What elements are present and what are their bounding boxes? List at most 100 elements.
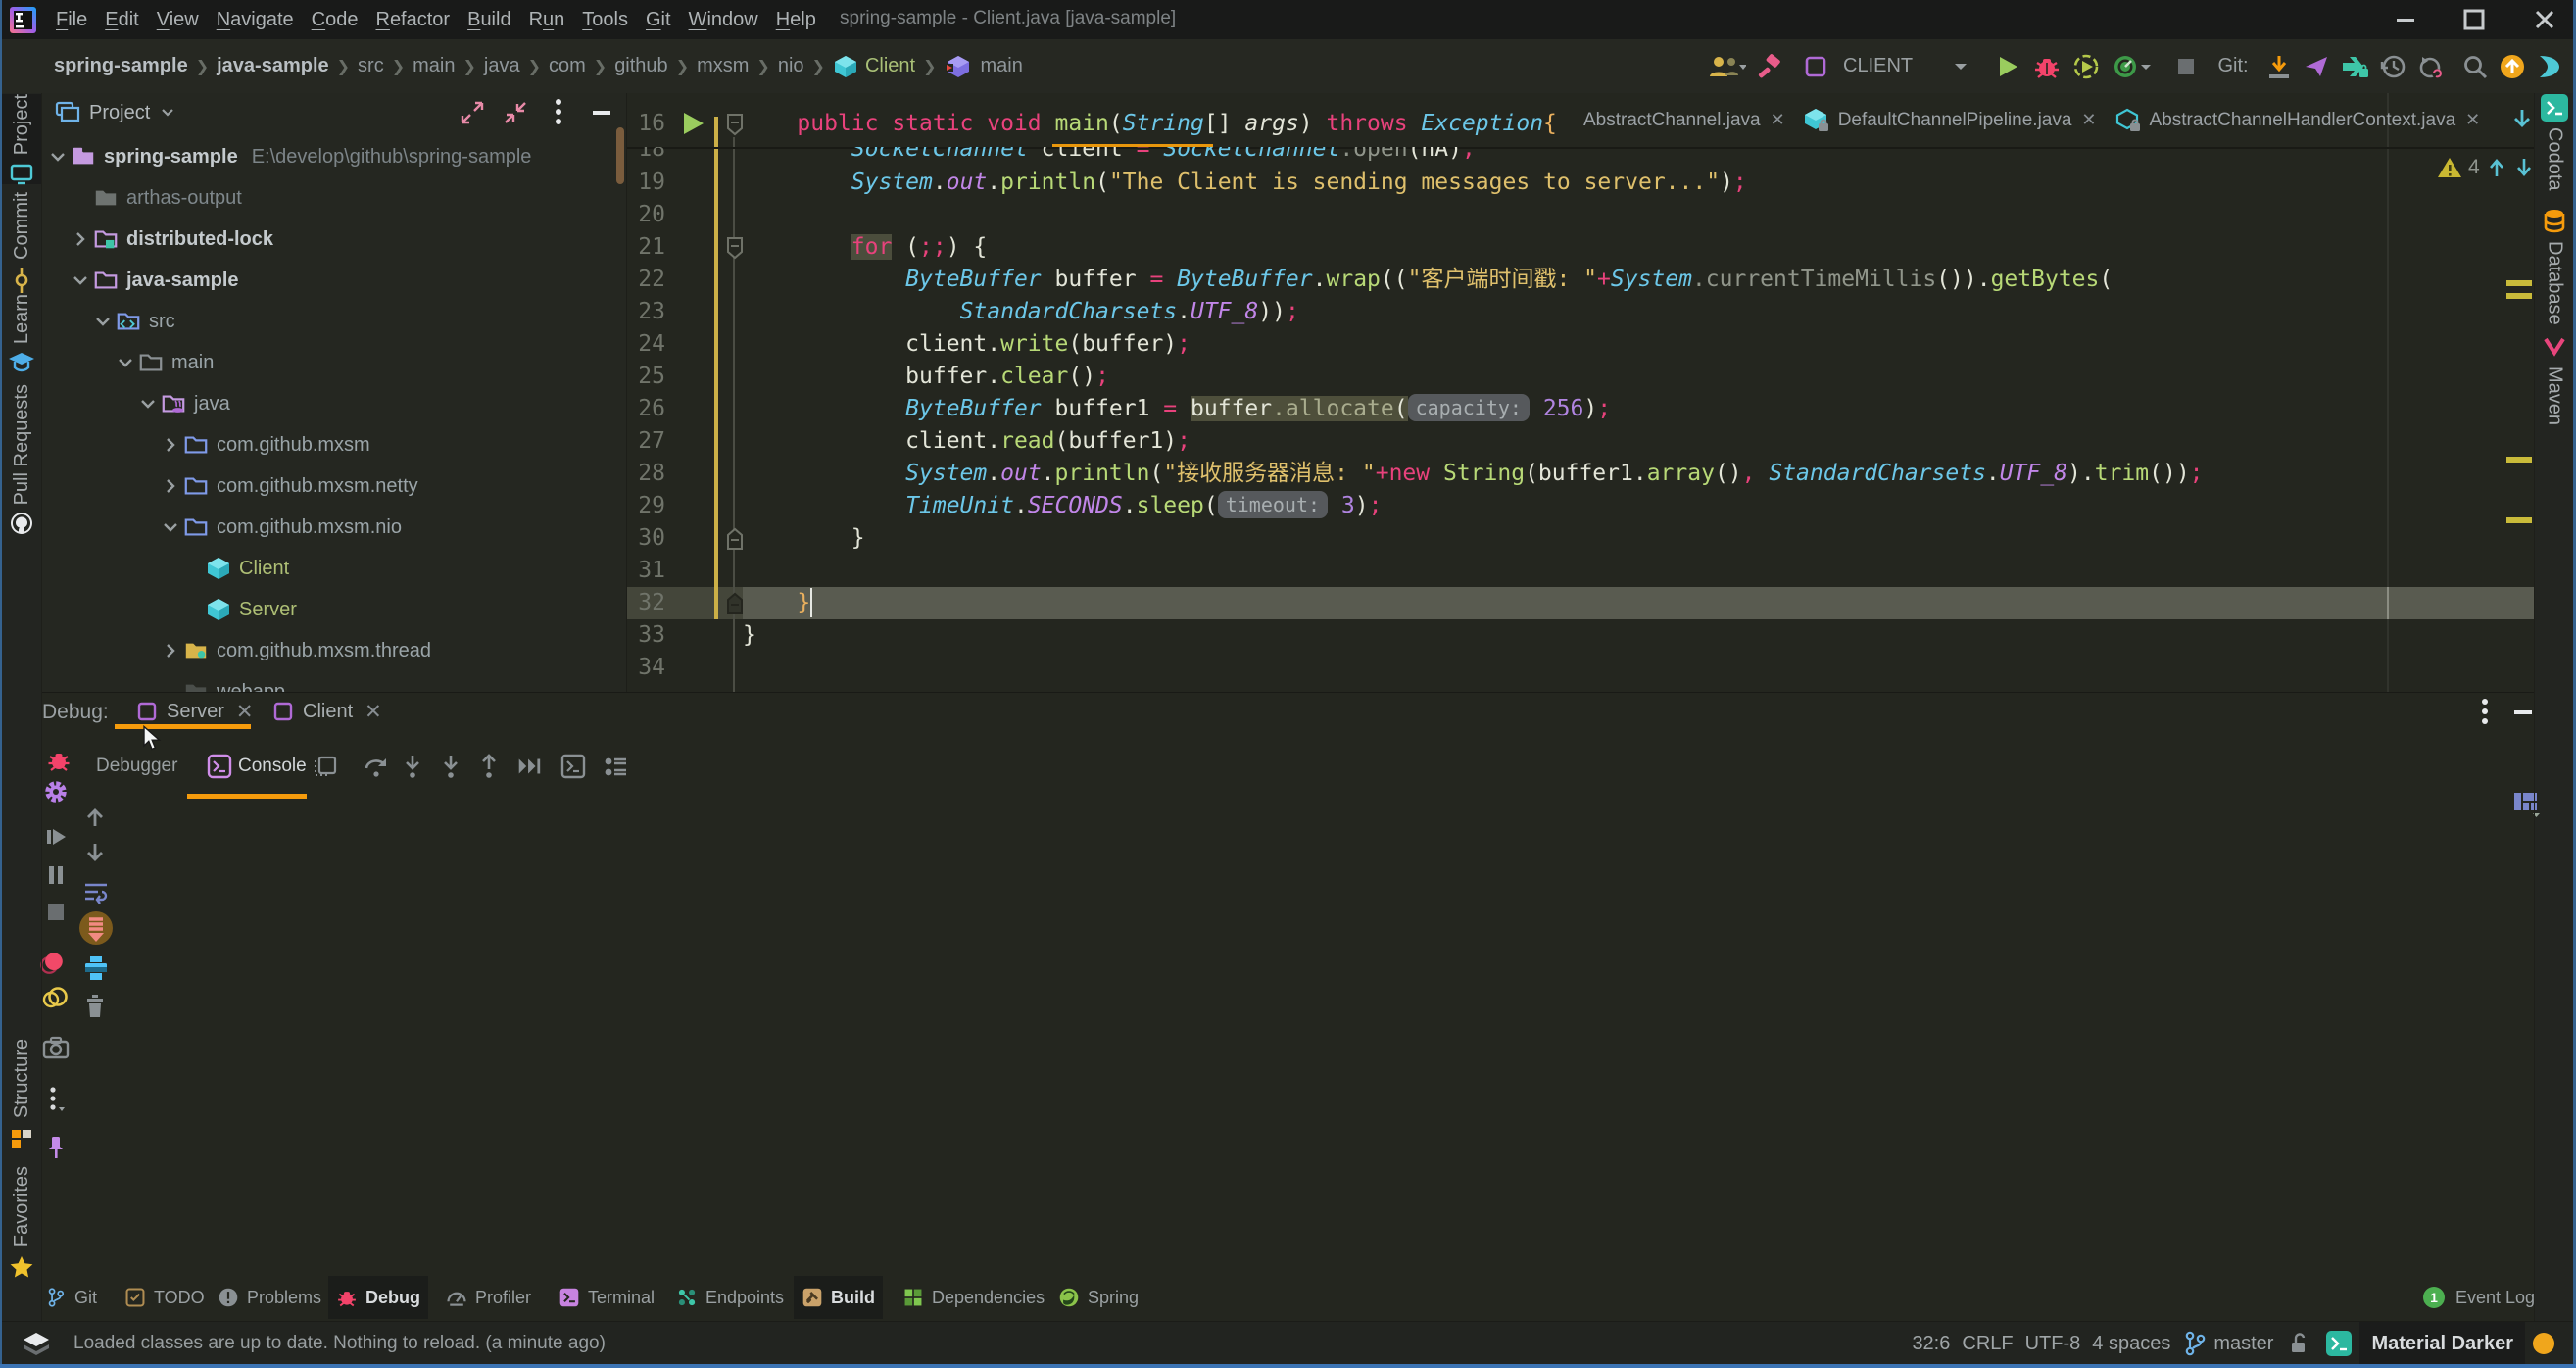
history-icon[interactable] <box>2374 45 2411 88</box>
force-step-into-icon[interactable] <box>437 753 464 780</box>
show-as-list-icon[interactable] <box>602 753 629 780</box>
more-ellipsis-icon[interactable] <box>42 1084 70 1113</box>
project-title[interactable]: Project <box>54 93 177 132</box>
view-tab-debugger[interactable]: Debugger <box>96 732 177 801</box>
coverage-icon[interactable] <box>2066 45 2106 88</box>
stripe-button-learn[interactable]: Learn <box>2 294 41 363</box>
menu-build[interactable]: Build <box>459 0 519 39</box>
options-ellipsis-icon[interactable] <box>544 98 573 127</box>
rollback-icon[interactable] <box>2411 45 2449 88</box>
stripe-button-maven[interactable]: Maven <box>2535 335 2574 427</box>
close-button[interactable] <box>2514 0 2575 39</box>
tree-row-com-github-mxsm-thread[interactable]: com.github.mxsm.thread <box>42 630 626 671</box>
chevron-right-icon[interactable] <box>160 434 181 456</box>
toolwindow-button-endpoints[interactable]: Endpoints <box>670 1276 790 1319</box>
print-icon[interactable] <box>82 954 110 982</box>
stripe-button-codota[interactable]: Codota <box>2535 94 2574 196</box>
stop-icon[interactable] <box>42 901 70 924</box>
menu-code[interactable]: Code <box>303 0 367 39</box>
breakpoints-circle-icon[interactable] <box>42 985 70 1010</box>
build-hammer-icon[interactable] <box>1749 45 1788 88</box>
indent-widget[interactable]: 4 spaces <box>2086 1333 2176 1355</box>
record-icon[interactable] <box>39 950 67 977</box>
expand-all-icon[interactable] <box>458 98 487 127</box>
tree-row-spring-sample[interactable]: spring-sampleE:\develop\github\spring-sa… <box>42 136 626 177</box>
toolwindow-button-spring[interactable]: Spring <box>1052 1276 1144 1319</box>
toolwindow-button-profiler[interactable]: Profiler <box>440 1276 537 1319</box>
breadcrumb-mxsm[interactable]: mxsm <box>697 55 749 77</box>
tree-row-main[interactable]: main <box>42 342 626 383</box>
evaluate-expression-icon[interactable] <box>559 753 587 780</box>
notifications-icon[interactable] <box>2525 1331 2562 1356</box>
menu-navigate[interactable]: Navigate <box>208 0 303 39</box>
chevron-down-icon[interactable] <box>47 146 69 168</box>
stripe-button-project[interactable]: Project <box>2 94 41 184</box>
theme-widget[interactable]: Material Darker <box>2359 1322 2525 1365</box>
toolwindow-button-todo[interactable]: TODO <box>119 1276 211 1319</box>
chevron-right-icon[interactable] <box>160 640 181 661</box>
intellij-logo-icon[interactable] <box>10 7 36 33</box>
step-over-icon[interactable] <box>363 753 390 780</box>
project-scrollbar[interactable] <box>616 127 624 184</box>
step-out-icon[interactable] <box>475 753 503 780</box>
hide-icon[interactable] <box>2510 697 2536 728</box>
stripe-button-database[interactable]: Database <box>2535 208 2574 310</box>
toolwindow-button-problems[interactable]: Problems <box>212 1276 327 1319</box>
stripe-button-commit[interactable]: Commit <box>2 192 41 270</box>
editor-tab-DefaultChannelPipeline-java[interactable]: DefaultChannelPipeline.java✕ <box>1803 93 2097 147</box>
breadcrumb-main[interactable]: main <box>413 55 455 77</box>
chevron-down-icon[interactable] <box>115 352 136 373</box>
caret-position-widget[interactable]: 32:6 <box>1906 1333 1956 1355</box>
line-ending-widget[interactable]: CRLF <box>1956 1333 2018 1355</box>
tab-close-icon[interactable]: ✕ <box>365 700 382 724</box>
menu-refactor[interactable]: Refactor <box>366 0 459 39</box>
delete-icon[interactable] <box>82 992 108 1019</box>
menu-view[interactable]: View <box>148 0 208 39</box>
tab-close-icon[interactable]: ✕ <box>2081 110 2096 130</box>
chevron-right-icon[interactable] <box>70 228 91 250</box>
soft-wrap-icon[interactable] <box>82 879 110 904</box>
breadcrumb-spring-sample[interactable]: spring-sample <box>54 55 188 77</box>
chevron-down-icon[interactable] <box>70 269 91 291</box>
minimize-button[interactable] <box>2375 0 2436 39</box>
show-execution-point-icon[interactable] <box>312 753 339 780</box>
toolwindow-button-dependencies[interactable]: Dependencies <box>897 1276 1050 1319</box>
menu-git[interactable]: Git <box>637 0 680 39</box>
project-editor-splitter[interactable] <box>626 93 627 692</box>
breadcrumb-main[interactable]: main <box>980 55 1022 77</box>
run-config-selector[interactable]: CLIENT <box>1833 45 1941 88</box>
options-ellipsis-icon[interactable] <box>2478 697 2492 728</box>
hidden-tabs-icon[interactable] <box>2508 105 2535 132</box>
menu-help[interactable]: Help <box>767 0 825 39</box>
step-into-icon[interactable] <box>399 753 426 780</box>
fold-marker-end[interactable] <box>725 527 745 551</box>
encoding-widget[interactable]: UTF-8 <box>2019 1333 2087 1355</box>
view-tab-console[interactable]: Console <box>207 732 307 801</box>
menu-edit[interactable]: Edit <box>96 0 147 39</box>
stripe-warning-mark[interactable] <box>2506 457 2532 463</box>
update-project-icon[interactable] <box>2260 45 2298 88</box>
tree-row-java-sample[interactable]: java-sample <box>42 260 626 301</box>
run-config-icon[interactable] <box>1798 45 1833 88</box>
chevron-down-icon[interactable] <box>92 311 114 332</box>
tree-row-com-github-mxsm-netty[interactable]: com.github.mxsm.netty <box>42 465 626 507</box>
editor-tab-AbstractChannel-java[interactable]: AbstractChannel.java✕ <box>1583 93 1785 147</box>
down-stack-icon[interactable] <box>82 840 108 865</box>
readonly-toggle[interactable] <box>2279 1331 2318 1356</box>
stripe-button-favorites[interactable]: Favorites <box>2 1166 41 1269</box>
menu-file[interactable]: File <box>47 0 96 39</box>
code-with-me-icon[interactable] <box>1704 45 1749 88</box>
tree-row-com-github-mxsm[interactable]: com.github.mxsm <box>42 424 626 465</box>
hide-icon[interactable] <box>587 98 616 127</box>
background-tasks-icon[interactable] <box>22 1331 51 1358</box>
chevron-down-icon[interactable] <box>137 393 159 415</box>
profiler-icon[interactable] <box>2106 45 2159 88</box>
run-to-cursor-icon[interactable] <box>515 753 543 780</box>
breadcrumb-nio[interactable]: nio <box>778 55 804 77</box>
commit-icon[interactable] <box>2298 45 2335 88</box>
maximize-button[interactable] <box>2444 0 2504 39</box>
stop-icon[interactable] <box>2166 45 2206 88</box>
toolwindow-button-terminal[interactable]: Terminal <box>553 1276 660 1319</box>
menu-tools[interactable]: Tools <box>573 0 637 39</box>
debug-session-tab-client[interactable]: Client✕ <box>251 693 382 730</box>
